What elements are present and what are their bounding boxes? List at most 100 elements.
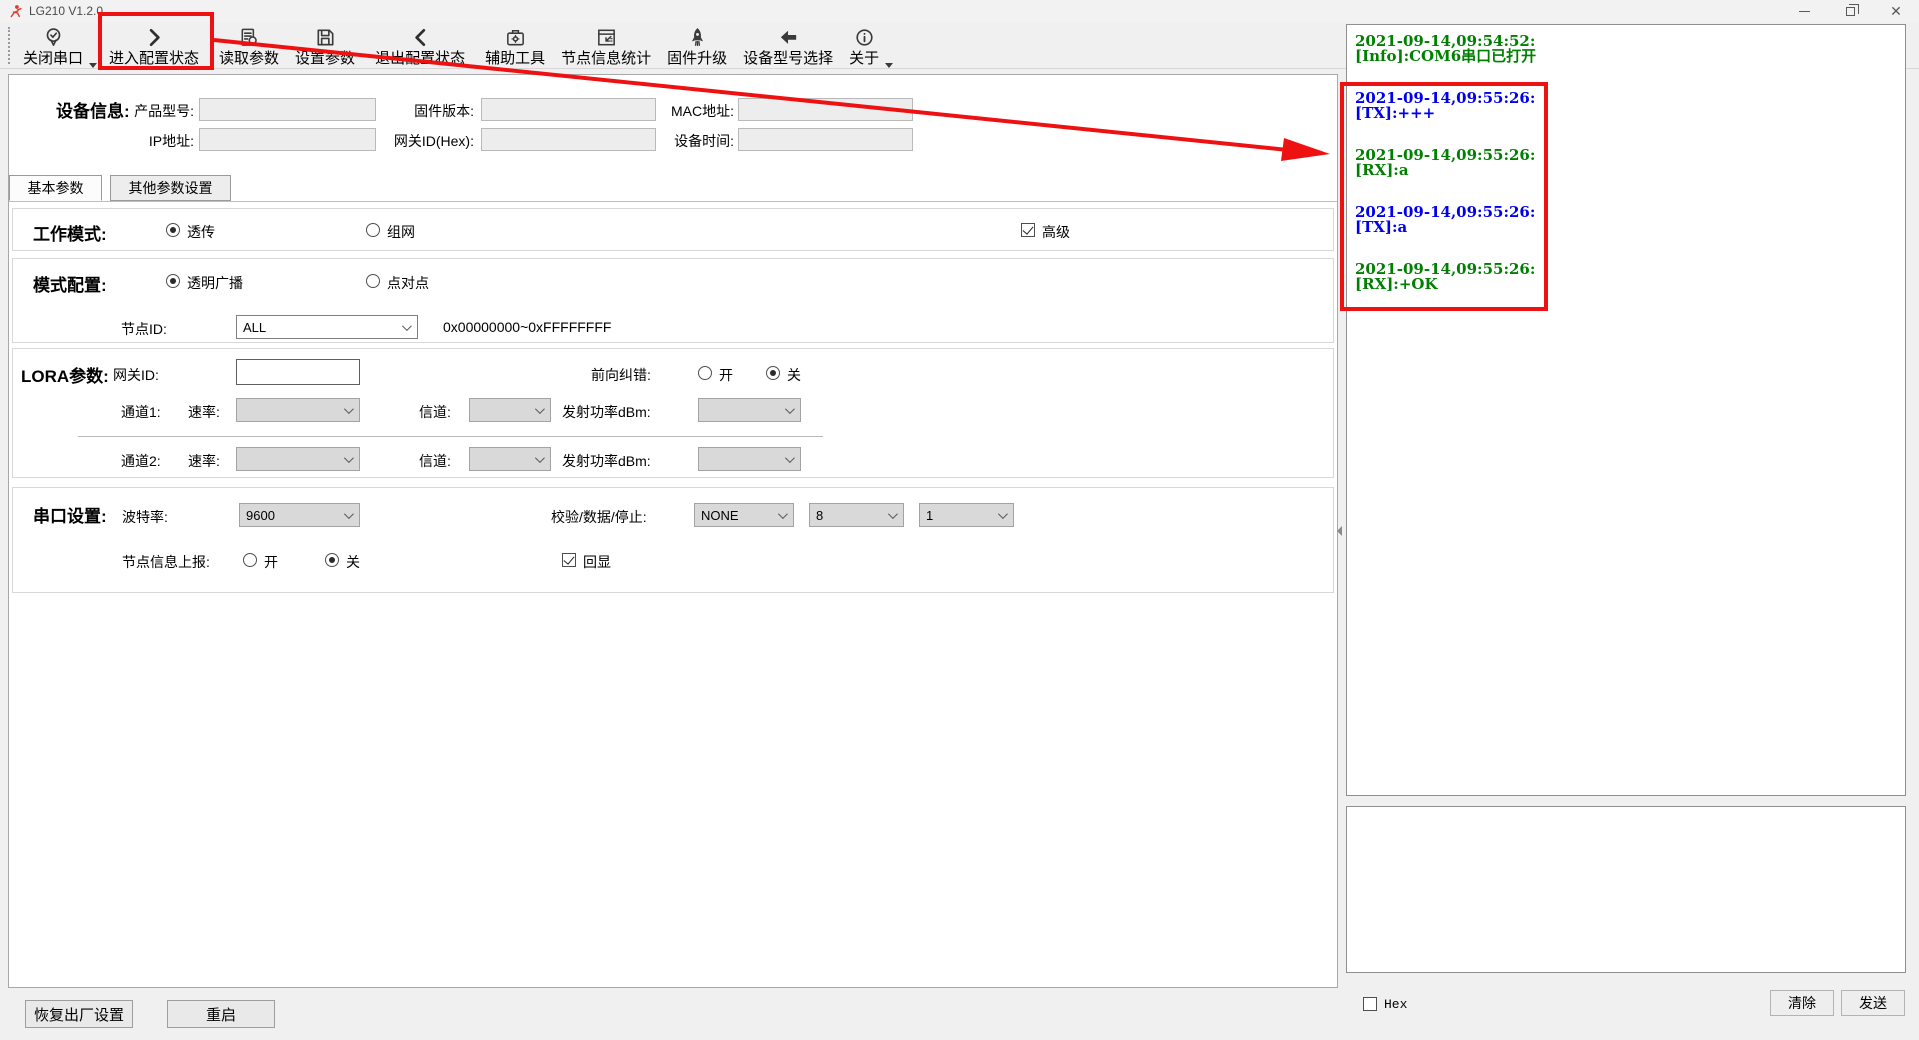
mac-address-input[interactable] [738,98,913,121]
gateway-id-hex-input[interactable] [481,128,656,151]
device-time-input[interactable] [738,128,913,151]
ip-address-label: IP地址: [114,131,194,151]
fec-option-label: 开 [719,365,733,385]
log-entry: 2021-09-14,09:55:26: [RX]:a [1355,148,1897,178]
send-button[interactable]: 发送 [1841,990,1905,1016]
toolbar-firmware-upgrade[interactable]: 固件升级 [659,23,735,68]
log-entry: 2021-09-14,09:55:26: [TX]:a [1355,205,1897,235]
mode-config-title: 模式配置: [33,271,107,296]
send-input-panel [1346,806,1906,973]
node-id-hint: 0x00000000~0xFFFFFFFF [443,319,611,335]
ip-address-input[interactable] [199,128,376,151]
toolbar-set-params[interactable]: 设置参数 [287,23,363,68]
toolbar-model-select[interactable]: 设备型号选择 [735,23,841,68]
close-button[interactable]: ✕ [1873,0,1919,23]
databits-select[interactable]: 8 [809,503,904,527]
panel-splitter[interactable] [1336,74,1343,988]
serial-settings-title: 串口设置: [33,502,107,527]
back-arrow-icon [777,25,800,50]
node-report-radio-off[interactable] [325,553,339,567]
toolbar-about[interactable]: 关于 [841,23,887,68]
toolbar-node-stats[interactable]: 节点信息统计 [553,23,659,68]
node-report-radio-on[interactable] [243,553,257,567]
channel1-power-select[interactable] [698,398,801,422]
log-entry: 2021-09-14,09:55:26: [TX]:+++ [1355,91,1897,121]
channel2-channel-select[interactable] [469,447,551,471]
info-circle-icon [853,25,876,50]
clear-button[interactable]: 清除 [1770,990,1834,1016]
toolbar-label: 退出配置状态 [375,50,465,67]
window-title: LG210 V1.2.0 [29,4,103,18]
channel1-rate-label: 速率: [188,402,220,422]
channel2-rate-select[interactable] [236,447,360,471]
hex-checkbox[interactable] [1363,997,1377,1011]
channel1-channel-select[interactable] [469,398,551,422]
chevron-down-icon [998,509,1008,519]
stopbits-select[interactable]: 1 [919,503,1014,527]
channel1-power-label: 发射功率dBm: [562,402,651,422]
factory-reset-button[interactable]: 恢复出厂设置 [25,1000,133,1028]
work-mode-title: 工作模式: [33,220,107,245]
tab-basic-params[interactable]: 基本参数 [9,175,102,201]
log-text: [Info]:COM6串口已打开 [1355,49,1897,64]
work-mode-option-label: 透传 [187,222,215,242]
chevron-down-icon [785,453,795,463]
toolbar-close-serial[interactable]: 关闭串口 [15,23,91,68]
fec-radio-on[interactable] [698,366,712,380]
lora-gateway-id-label: 网关ID: [113,365,159,385]
parity-data-stop-label: 校验/数据/停止: [551,507,647,527]
minimize-button[interactable] [1781,0,1827,23]
gateway-id-hex-label: 网关ID(Hex): [376,131,474,151]
chevron-down-icon [888,509,898,519]
send-textarea[interactable] [1347,807,1905,972]
baud-rate-select[interactable]: 9600 [239,503,360,527]
toolbar-label: 辅助工具 [485,50,545,67]
chevron-down-icon [402,321,412,331]
lora-gateway-id-input[interactable] [236,359,360,385]
work-mode-option-label: 组网 [387,222,415,242]
log-output-panel[interactable]: 2021-09-14,09:54:52: [Info]:COM6串口已打开 20… [1346,24,1906,796]
channel2-power-select[interactable] [698,447,801,471]
mode-radio-broadcast[interactable] [166,274,180,288]
node-report-option-label: 关 [346,552,360,572]
channel2-channel-label: 信道: [419,451,451,471]
toolbar-enter-config[interactable]: 进入配置状态 [97,23,211,68]
toolbar-label: 设置参数 [295,50,355,67]
advanced-checkbox[interactable] [1021,223,1035,237]
mac-address-label: MAC地址: [656,101,734,121]
toolbar-label: 节点信息统计 [561,50,651,67]
tab-other-params[interactable]: 其他参数设置 [110,175,231,201]
channel1-channel-label: 信道: [419,402,451,422]
parity-select[interactable]: NONE [694,503,794,527]
toolbar-aux-tools[interactable]: 辅助工具 [477,23,553,68]
splitter-collapse-icon [1337,526,1342,536]
work-mode-section: 工作模式: 透传 组网 高级 [12,208,1334,251]
mode-option-label: 点对点 [387,273,429,293]
firmware-version-input[interactable] [481,98,656,121]
chevron-down-icon [535,404,545,414]
toolbar-label: 关闭串口 [23,50,83,67]
device-time-label: 设备时间: [656,131,734,151]
chevron-left-icon [409,25,432,50]
advanced-label: 高级 [1042,222,1070,242]
log-text: [TX]:a [1355,220,1897,235]
log-text: [TX]:+++ [1355,106,1897,121]
restore-icon [1846,7,1855,16]
toolbar-read-params[interactable]: 读取参数 [211,23,287,68]
fec-option-label: 关 [787,365,801,385]
toolbar-exit-config[interactable]: 退出配置状态 [363,23,477,68]
toolbar-grip[interactable] [8,27,12,64]
channel1-rate-select[interactable] [236,398,360,422]
work-mode-radio-network[interactable] [366,223,380,237]
product-model-input[interactable] [199,98,376,121]
restart-button[interactable]: 重启 [167,1000,275,1028]
baud-rate-value: 9600 [246,508,275,523]
fec-radio-off[interactable] [766,366,780,380]
node-id-label: 节点ID: [121,319,167,339]
channel2-rate-label: 速率: [188,451,220,471]
restore-button[interactable] [1827,0,1873,23]
mode-radio-p2p[interactable] [366,274,380,288]
work-mode-radio-transparent[interactable] [166,223,180,237]
echo-checkbox[interactable] [562,553,576,567]
node-id-select[interactable]: ALL [236,315,418,339]
